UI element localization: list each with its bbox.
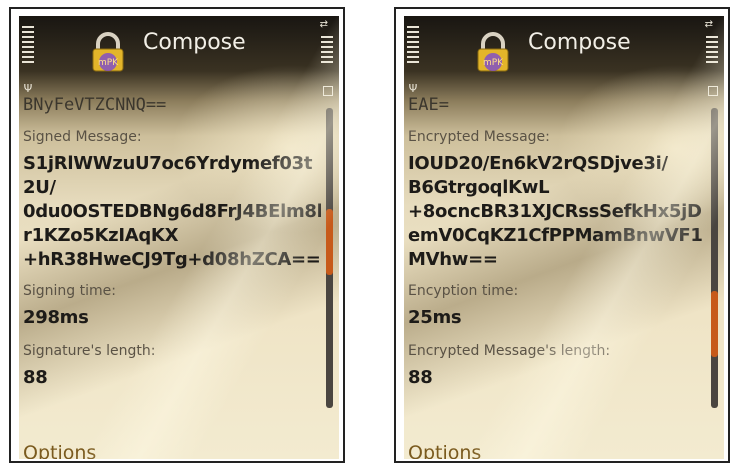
- svg-text:mPK: mPK: [483, 58, 504, 68]
- scroll-thumb[interactable]: [326, 209, 333, 275]
- signature-length-label: Signature's length:: [23, 343, 156, 359]
- signature-length-value: 88: [23, 367, 48, 388]
- screen-right: Ψ ⇄ mPK Compose EAE= Encrypted Message: …: [404, 16, 724, 459]
- scrollbar[interactable]: [326, 108, 333, 408]
- signed-message-line: 2U/: [23, 177, 56, 198]
- lock-app-icon: mPK: [92, 32, 124, 72]
- options-softkey[interactable]: Options: [23, 442, 96, 459]
- signal-strength-icon: [22, 26, 34, 86]
- scroll-thumb[interactable]: [711, 291, 718, 357]
- encrypted-message-line: +8ocncBR31XJCRssSefkHx5jD: [408, 201, 702, 222]
- page-title: Compose: [143, 30, 246, 55]
- message-details: Encrypted Message: IOUD20/En6kV2rQSDjve3…: [408, 128, 706, 390]
- network-icon: ⇄: [319, 19, 328, 30]
- phone-screen-right: Ψ ⇄ mPK Compose EAE= Encrypted Message: …: [394, 7, 730, 463]
- battery-level-icon: [321, 36, 333, 82]
- battery-icon: [323, 86, 333, 96]
- screen-left: Ψ ⇄ mPK Compose BNyFeVTZCNNQ== Signed Me…: [19, 16, 339, 459]
- scrollbar[interactable]: [711, 108, 718, 408]
- signed-message-line: 0du0OSTEDBNg6d8FrJ4BElm8l: [23, 201, 321, 222]
- signal-strength-icon: [407, 26, 419, 86]
- encrypted-message-label: Encrypted Message:: [408, 129, 550, 145]
- signing-time-label: Signing time:: [23, 283, 116, 299]
- phone-screen-left: Ψ ⇄ mPK Compose BNyFeVTZCNNQ== Signed Me…: [9, 7, 345, 463]
- signed-message-line: r1KZo5KzIAqKX: [23, 225, 179, 246]
- battery-level-icon: [706, 36, 718, 82]
- options-softkey[interactable]: Options: [408, 442, 481, 459]
- encrypted-length-label: Encrypted Message's length:: [408, 343, 611, 359]
- previous-value-fragment: BNyFeVTZCNNQ==: [23, 95, 167, 115]
- signed-message-line: +hR38HweCJ9Tg+d08hZCA==: [23, 249, 321, 270]
- encryption-time-value: 25ms: [408, 307, 462, 328]
- page-title: Compose: [528, 30, 631, 55]
- signed-message-line: S1jRlWWzuU7oc6Yrdymef03t: [23, 153, 313, 174]
- encrypted-message-line: IOUD20/En6kV2rQSDjve3i/: [408, 153, 668, 174]
- lock-app-icon: mPK: [477, 32, 509, 72]
- encryption-time-label: Encyption time:: [408, 283, 519, 299]
- previous-value-fragment: EAE=: [408, 95, 449, 115]
- encrypted-length-value: 88: [408, 367, 433, 388]
- network-icon: ⇄: [704, 19, 713, 30]
- encrypted-message-line: MVhw==: [408, 249, 498, 270]
- battery-icon: [708, 86, 718, 96]
- signed-message-label: Signed Message:: [23, 129, 142, 145]
- svg-text:mPK: mPK: [98, 58, 119, 68]
- encrypted-message-line: B6GtrgoqlKwL: [408, 177, 550, 198]
- antenna-icon: Ψ: [408, 82, 418, 95]
- encrypted-message-line: emV0CqKZ1CfPPMamBnwVF1: [408, 225, 703, 246]
- message-details: Signed Message: S1jRlWWzuU7oc6Yrdymef03t…: [23, 128, 321, 390]
- antenna-icon: Ψ: [23, 82, 33, 95]
- signing-time-value: 298ms: [23, 307, 89, 328]
